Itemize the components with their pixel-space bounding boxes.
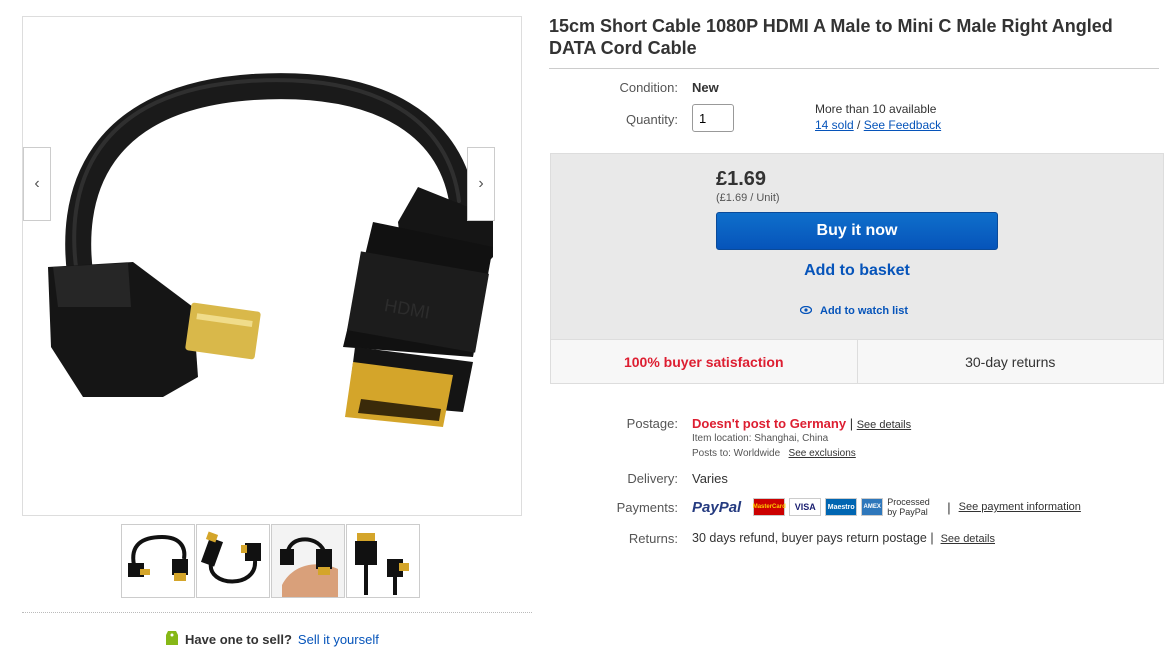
thumbnail-hand-image xyxy=(272,525,344,597)
payment-separator: | xyxy=(947,499,951,515)
price-tag-icon xyxy=(165,629,179,650)
product-title: 15cm Short Cable 1080P HDMI A Male to Mi… xyxy=(549,16,1113,58)
returns-badge: 30-day returns xyxy=(856,340,1164,383)
returns-value: 30 days refund, buyer pays return postag… xyxy=(692,531,927,545)
availability-text: More than 10 available xyxy=(815,102,937,116)
condition-value: New xyxy=(692,80,719,95)
visa-icon: VISA xyxy=(789,498,822,516)
postage-row: Doesn't post to Germany | See details xyxy=(692,416,911,431)
mastercard-icon: MasterCard xyxy=(753,498,786,516)
returns-label: Returns: xyxy=(628,531,678,546)
next-image-button[interactable]: › xyxy=(467,147,495,221)
item-location: Item location: Shanghai, China xyxy=(692,433,829,444)
postage-separator: | xyxy=(849,416,854,431)
divider xyxy=(22,612,532,613)
add-to-basket-button[interactable]: Add to basket xyxy=(716,262,998,280)
payment-methods: PayPal MasterCard VISA Maestro AMEX Proc… xyxy=(692,494,1081,520)
quantity-label: Quantity: xyxy=(625,112,678,127)
condition-label: Condition: xyxy=(619,80,678,95)
postage-label: Postage: xyxy=(626,416,678,431)
sold-separator: / xyxy=(857,118,861,132)
hdmi-cable-image: HDMI xyxy=(48,73,493,427)
maestro-icon: Maestro xyxy=(825,498,858,516)
postage-see-details-link[interactable]: See details xyxy=(857,419,911,431)
thumbnail-cable-image xyxy=(128,534,188,581)
previous-image-button[interactable]: ‹ xyxy=(23,147,51,221)
price: £1.69 xyxy=(716,168,767,190)
see-payment-information-link[interactable]: See payment information xyxy=(959,501,1081,513)
returns-separator: | xyxy=(930,531,934,545)
payments-label: Payments: xyxy=(616,500,678,515)
returns-see-details-link[interactable]: See details xyxy=(941,533,995,545)
unit-price: (£1.69 / Unit) xyxy=(716,192,780,204)
chevron-right-icon: › xyxy=(478,175,484,192)
thumbnail-strip xyxy=(121,524,421,598)
sold-count-link[interactable]: 14 sold xyxy=(815,118,854,132)
buy-it-now-button[interactable]: Buy it now xyxy=(716,212,998,250)
processed-by-paypal: Processed by PayPal xyxy=(887,497,930,517)
sell-question: Have one to sell? xyxy=(185,632,292,647)
thumbnail-connectors-image xyxy=(355,533,409,595)
returns-row: 30 days refund, buyer pays return postag… xyxy=(692,531,995,545)
chevron-left-icon: ‹ xyxy=(34,175,40,192)
paypal-logo: PayPal xyxy=(692,498,742,516)
eye-icon xyxy=(799,305,813,317)
sell-it-yourself-link[interactable]: Sell it yourself xyxy=(298,632,379,647)
thumbnail-2[interactable] xyxy=(196,524,270,598)
see-exclusions-link[interactable]: See exclusions xyxy=(789,448,856,459)
amex-icon: AMEX xyxy=(861,498,884,516)
thumbnail-1[interactable] xyxy=(121,524,195,598)
delivery-label: Delivery: xyxy=(627,471,678,486)
buyer-satisfaction-badge: 100% buyer satisfaction xyxy=(623,353,784,370)
title-divider xyxy=(549,68,1159,69)
delivery-value: Varies xyxy=(692,471,728,486)
quantity-input[interactable] xyxy=(692,104,734,132)
postage-value: Doesn't post to Germany xyxy=(692,416,847,431)
watch-label: Add to watch list xyxy=(820,305,908,317)
thumbnail-3[interactable] xyxy=(271,524,345,598)
trust-bar: 100% buyer satisfaction 30-day returns xyxy=(550,339,1164,384)
sell-your-own: Have one to sell? Sell it yourself xyxy=(165,629,379,650)
add-to-watch-list-button[interactable]: Add to watch list xyxy=(799,305,908,317)
sold-feedback-row: 14 sold / See Feedback xyxy=(815,118,941,132)
main-product-image: HDMI ‹ › xyxy=(22,16,522,516)
thumbnail-cable-image xyxy=(200,531,261,584)
see-feedback-link[interactable]: See Feedback xyxy=(864,118,941,132)
posts-to: Posts to: Worldwide xyxy=(692,448,781,459)
posts-to-row: Posts to: Worldwide See exclusions xyxy=(692,448,856,459)
thumbnail-4[interactable] xyxy=(346,524,420,598)
